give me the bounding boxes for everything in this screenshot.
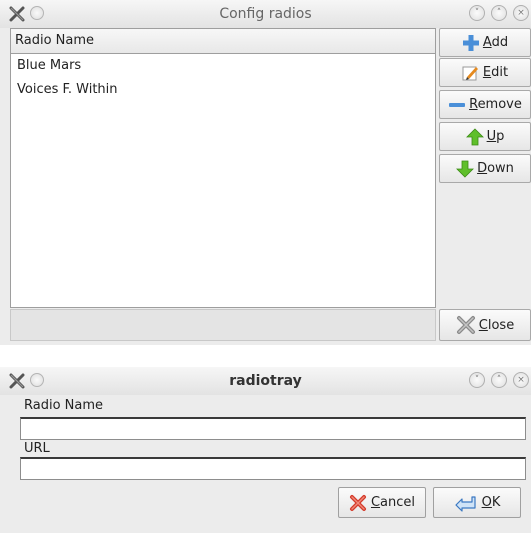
ok-label: K: [491, 495, 501, 510]
up-mnemonic: U: [486, 129, 497, 144]
radiotray-dialog: radiotray ˅ ˄ × Radio Name URL Cancel OK: [0, 367, 531, 533]
remove-mnemonic: R: [469, 97, 478, 112]
remove-label: emove: [477, 97, 522, 112]
radio-name-input[interactable]: [20, 417, 526, 440]
add-mnemonic: A: [482, 35, 492, 50]
title-bar[interactable]: Config radios ˅ ˄ ×: [0, 0, 531, 28]
pencil-icon: [462, 66, 478, 80]
up-label: p: [496, 129, 505, 144]
add-label: dd: [491, 35, 509, 50]
add-button[interactable]: Add: [439, 28, 531, 57]
radio-list[interactable]: Radio Name Blue Mars Voices F. Within: [10, 28, 436, 308]
close-button[interactable]: Close: [439, 309, 531, 341]
edit-button[interactable]: Edit: [439, 58, 531, 87]
x-icon: [349, 494, 366, 511]
close-mnemonic: C: [478, 317, 488, 333]
config-radios-window: Config radios ˅ ˄ × Radio Name Blue Mars…: [0, 0, 531, 345]
minimize-button[interactable]: ˅: [469, 5, 485, 21]
ok-mnemonic: O: [481, 495, 492, 510]
up-button[interactable]: Up: [439, 122, 531, 151]
arrow-up-icon: [465, 127, 484, 145]
arrow-down-icon: [456, 160, 475, 178]
cancel-button[interactable]: Cancel: [338, 487, 426, 518]
edit-label: dit: [491, 65, 509, 80]
url-input[interactable]: [20, 457, 526, 480]
plus-icon: [462, 34, 479, 51]
remove-button[interactable]: Remove: [439, 90, 531, 119]
list-item[interactable]: Voices F. Within: [11, 78, 435, 102]
minimize-button[interactable]: ˅: [469, 372, 485, 388]
down-button[interactable]: Down: [439, 154, 531, 183]
close-window-button[interactable]: ×: [513, 372, 529, 388]
list-item[interactable]: Blue Mars: [11, 54, 435, 78]
status-bar: [10, 309, 436, 341]
window-title: Config radios: [219, 6, 312, 22]
minus-icon: [449, 102, 466, 107]
radio-name-label: Radio Name: [24, 398, 104, 413]
x-icon: [456, 316, 475, 334]
button-panel: Add Edit Remove Up Down: [437, 28, 531, 308]
ok-button[interactable]: OK: [433, 487, 521, 518]
maximize-button[interactable]: ˄: [491, 5, 507, 21]
column-header-radio-name[interactable]: Radio Name: [11, 29, 435, 54]
cancel-label: ancel: [380, 495, 416, 510]
down-label: own: [487, 161, 514, 176]
close-window-button[interactable]: ×: [513, 5, 529, 21]
maximize-button[interactable]: ˄: [491, 372, 507, 388]
return-arrow-icon: [455, 495, 476, 512]
close-label: lose: [487, 317, 515, 333]
edit-mnemonic: E: [482, 65, 492, 80]
down-mnemonic: D: [477, 161, 488, 176]
cancel-mnemonic: C: [370, 495, 381, 510]
title-bar[interactable]: radiotray ˅ ˄ ×: [0, 367, 531, 395]
window-title: radiotray: [229, 373, 302, 389]
url-label: URL: [24, 441, 50, 456]
